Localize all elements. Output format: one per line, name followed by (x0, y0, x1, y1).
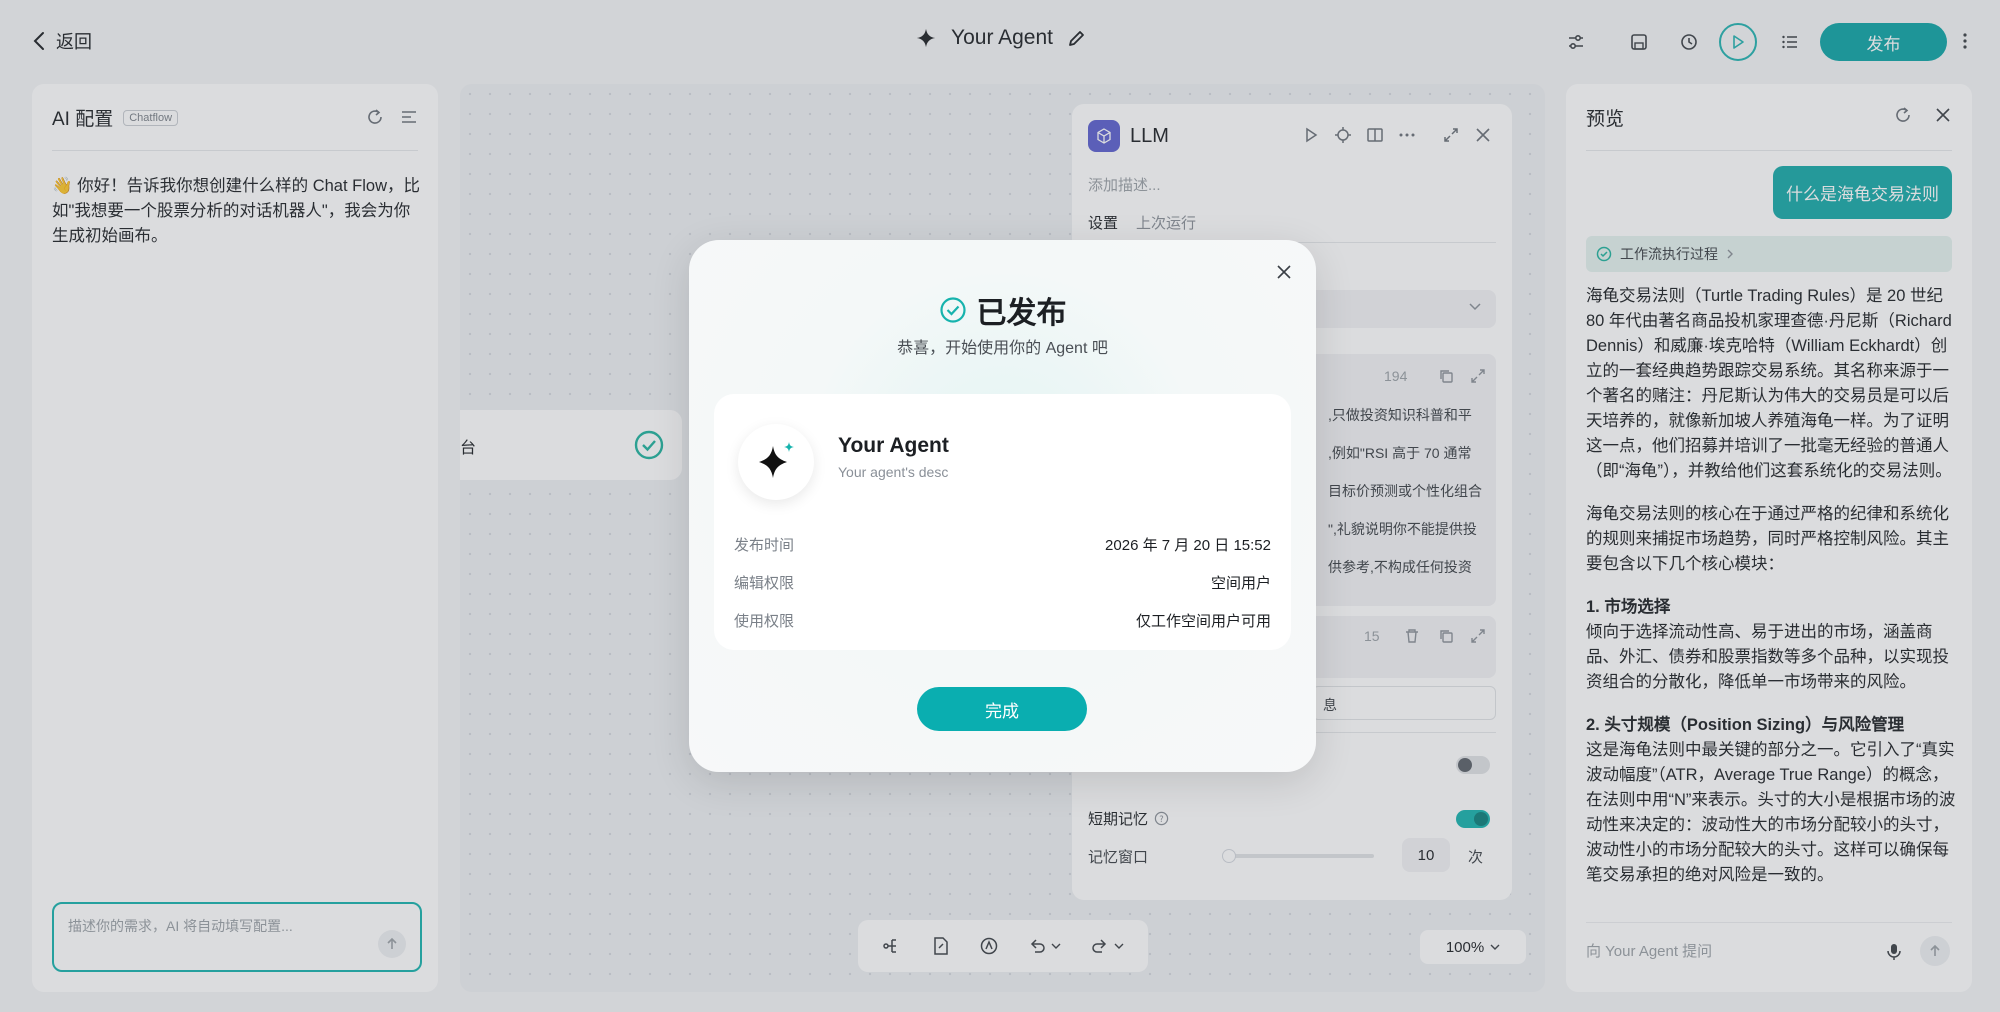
info-value: 2026 年 7 月 20 日 15:52 (1105, 537, 1271, 554)
agent-description: Your agent's desc (838, 464, 949, 480)
close-icon (1277, 265, 1291, 279)
dialog-close-button[interactable] (1272, 260, 1296, 284)
info-key: 发布时间 (734, 537, 795, 554)
published-dialog: 已发布 恭喜，开始使用你的 Agent 吧 Your Agent Your ag… (689, 240, 1316, 772)
agent-avatar (738, 424, 814, 500)
agent-info-card: Your Agent Your agent's desc 发布时间 2026 年… (714, 394, 1291, 650)
done-button[interactable]: 完成 (917, 687, 1087, 731)
publish-time-row: 发布时间 2026 年 7 月 20 日 15:52 (734, 534, 1271, 555)
edit-permission-row: 编辑权限 空间用户 (734, 572, 1271, 593)
use-permission-row: 使用权限 仅工作空间用户可用 (734, 610, 1271, 631)
dialog-subtitle: 恭喜，开始使用你的 Agent 吧 (897, 340, 1108, 357)
agent-name: Your Agent (838, 434, 949, 457)
info-value: 仅工作空间用户可用 (1135, 613, 1271, 630)
dialog-title-text: 已发布 (976, 297, 1067, 330)
info-key: 使用权限 (734, 613, 795, 630)
info-value: 空间用户 (1210, 575, 1271, 592)
dialog-title: 已发布 (689, 288, 1316, 332)
sparkle-icon (759, 442, 794, 478)
check-circle-icon (939, 296, 967, 324)
info-key: 编辑权限 (734, 575, 795, 592)
